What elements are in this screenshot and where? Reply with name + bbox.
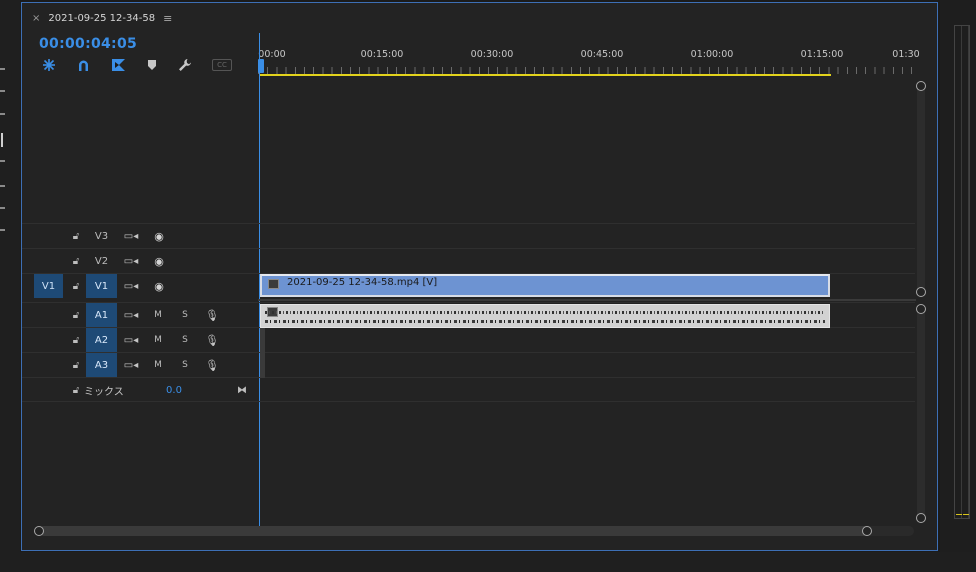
closed-captions-icon[interactable]: CC (212, 59, 232, 71)
lock-icon[interactable]: 🔓︎ (69, 274, 83, 298)
ruler-label: 00:45:00 (580, 49, 624, 60)
linked-selection-icon[interactable] (109, 57, 127, 73)
track-start-edge (260, 328, 265, 378)
source-patch-v1[interactable]: V1 (34, 274, 63, 298)
mute-button[interactable]: M (151, 303, 165, 327)
solo-button[interactable]: S (178, 328, 192, 352)
track-target-v1[interactable]: V1 (86, 274, 117, 298)
sync-lock-icon[interactable]: ▭◂ (122, 303, 140, 327)
ruler-ticks (258, 67, 916, 74)
panel-menu-icon[interactable]: ≡ (163, 12, 172, 25)
sync-lock-icon[interactable]: ▭◂ (122, 274, 140, 298)
time-ruler[interactable]: 00:00 00:15:00 00:30:00 00:45:00 01:00:0… (258, 41, 920, 77)
track-row-v2: 🔓︎ V2 ▭◂ ◉ (22, 248, 915, 273)
track-target-v3[interactable]: V3 (86, 224, 117, 248)
track-row-a2: 🔓︎ A2 ▭◂ M S 🎙︎ (22, 327, 915, 352)
track-row-mix: 🔓︎ ミックス 0.0 ⧓ (22, 377, 915, 402)
lock-icon[interactable]: 🔓︎ (69, 249, 83, 273)
video-clip[interactable]: 2021-09-25 12-34-58.mp4 [V] (260, 274, 830, 297)
work-area-bar[interactable] (260, 74, 831, 76)
ruler-label: 01:15:00 (800, 49, 844, 60)
eye-icon[interactable]: ◉ (150, 224, 168, 248)
clip-fx-icon (268, 279, 279, 289)
lock-icon[interactable]: 🔓︎ (69, 353, 83, 377)
wrench-settings-icon[interactable] (176, 57, 194, 73)
audio-clip[interactable] (260, 304, 830, 328)
scroll-handle-bottom[interactable] (916, 287, 926, 297)
eye-icon[interactable]: ◉ (150, 249, 168, 273)
sequence-tab[interactable]: × 2021-09-25 12-34-58 ≡ (32, 10, 172, 26)
audio-waveform (265, 320, 825, 323)
playhead-handle[interactable] (258, 59, 264, 73)
audio-vertical-scrollbar[interactable] (917, 305, 925, 519)
solo-button[interactable]: S (178, 303, 192, 327)
scroll-handle-bottom[interactable] (916, 513, 926, 523)
video-audio-divider[interactable] (258, 299, 916, 301)
mix-track-label: ミックス (84, 386, 124, 398)
status-bar (0, 552, 976, 572)
left-tools-panel (0, 0, 20, 572)
track-row-v3: 🔓︎ V3 ▭◂ ◉ (22, 223, 915, 248)
eye-icon[interactable]: ◉ (150, 274, 168, 298)
track-target-a1[interactable]: A1 (86, 303, 117, 327)
lock-icon[interactable]: 🔓︎ (69, 224, 83, 248)
lock-icon[interactable]: 🔓︎ (69, 303, 83, 327)
playhead-timecode[interactable]: 00:00:04:05 (39, 36, 137, 52)
ruler-label: 00:15:00 (360, 49, 404, 60)
microphone-icon[interactable]: 🎙︎ (204, 328, 220, 352)
microphone-icon[interactable]: 🎙︎ (204, 303, 220, 327)
ruler-label: 01:00:00 (690, 49, 734, 60)
audio-level-meter (954, 25, 970, 519)
track-row-a3: 🔓︎ A3 ▭◂ M S 🎙︎ (22, 352, 915, 377)
horizontal-scroll-thumb[interactable] (39, 526, 870, 536)
microphone-icon[interactable]: 🎙︎ (204, 353, 220, 377)
go-to-edit-icon[interactable]: ⧓ (234, 378, 250, 402)
scroll-handle-top[interactable] (916, 304, 926, 314)
ruler-label: 01:30 (892, 49, 920, 60)
zoom-handle-left[interactable] (34, 526, 44, 536)
scroll-handle-top[interactable] (916, 81, 926, 91)
snap-icon[interactable] (40, 57, 58, 73)
close-tab-button[interactable]: × (32, 13, 40, 24)
lock-icon[interactable]: 🔓︎ (69, 378, 83, 402)
magnet-link-icon[interactable] (74, 57, 92, 73)
solo-button[interactable]: S (178, 353, 192, 377)
track-target-a3[interactable]: A3 (86, 353, 117, 377)
audio-waveform (265, 311, 825, 314)
track-target-v2[interactable]: V2 (86, 249, 117, 273)
ruler-label: 00:30:00 (470, 49, 514, 60)
zoom-handle-right[interactable] (862, 526, 872, 536)
sync-lock-icon[interactable]: ▭◂ (122, 328, 140, 352)
lock-icon[interactable]: 🔓︎ (69, 328, 83, 352)
sequence-name: 2021-09-25 12-34-58 (48, 12, 156, 24)
track-target-a2[interactable]: A2 (86, 328, 117, 352)
sync-lock-icon[interactable]: ▭◂ (122, 224, 140, 248)
mute-button[interactable]: M (151, 328, 165, 352)
timeline-panel: × 2021-09-25 12-34-58 ≡ 00:00:04:05 CC 0… (21, 2, 938, 551)
sync-lock-icon[interactable]: ▭◂ (122, 249, 140, 273)
video-clip-name: 2021-09-25 12-34-58.mp4 [V] (287, 277, 438, 288)
sync-lock-icon[interactable]: ▭◂ (122, 353, 140, 377)
mix-volume-value[interactable]: 0.0 (160, 378, 188, 402)
marker-icon[interactable] (143, 57, 161, 73)
mute-button[interactable]: M (151, 353, 165, 377)
video-vertical-scrollbar[interactable] (917, 83, 925, 295)
